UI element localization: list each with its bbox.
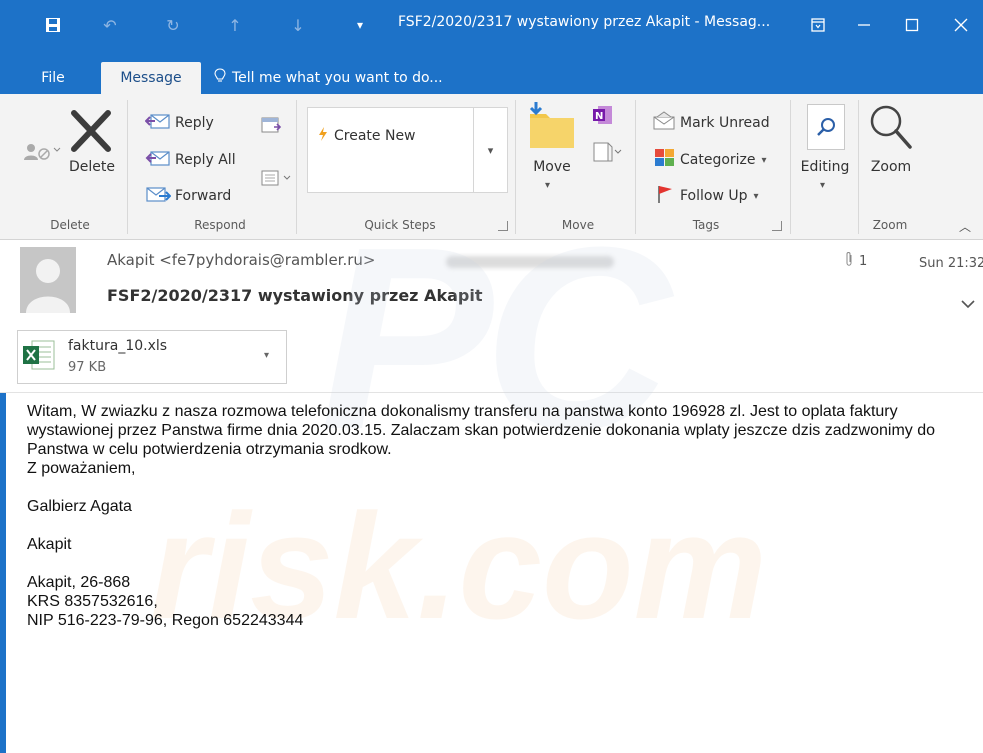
tell-me-box[interactable]: Tell me what you want to do... [214, 62, 464, 94]
chevron-down-icon: ▾ [753, 190, 759, 202]
tab-message[interactable]: Message [101, 62, 201, 94]
close-icon[interactable] [939, 8, 983, 42]
minimize-icon[interactable] [842, 8, 886, 42]
down-arrow-icon[interactable]: ↓ [283, 10, 313, 40]
avatar [20, 247, 76, 313]
forward-label: Forward [175, 188, 232, 204]
mark-unread-button[interactable]: Mark Unread [652, 111, 770, 135]
follow-up-label: Follow Up [680, 188, 748, 204]
expand-header-icon[interactable] [960, 295, 976, 314]
tags-launcher-icon[interactable] [772, 221, 782, 231]
signature-company: Akapit [27, 536, 72, 553]
tell-me-text: Tell me what you want to do... [232, 70, 443, 86]
create-new-label: Create New [334, 128, 416, 144]
ribbon-display-icon[interactable] [796, 8, 840, 42]
more-respond-icon[interactable] [260, 168, 294, 192]
lightbulb-icon [214, 68, 226, 88]
zoom-icon [866, 101, 914, 157]
window-border [0, 393, 6, 753]
customize-qat-icon[interactable]: ▾ [345, 10, 375, 40]
body-paragraph: Witam, W zwiazku z nasza rozmowa telefon… [27, 403, 936, 458]
categorize-label: Categorize [680, 152, 756, 168]
attachment-count: 1 [845, 251, 867, 271]
group-separator [127, 100, 128, 234]
move-icon [526, 100, 578, 156]
delete-icon [68, 107, 114, 159]
reply-label: Reply [175, 115, 214, 131]
received-time: Sun 21:32 [919, 256, 983, 271]
chevron-down-icon[interactable]: ▾ [820, 180, 825, 191]
chevron-down-icon[interactable]: ▾ [264, 350, 269, 361]
move-button[interactable]: Move [522, 159, 582, 175]
onenote-icon[interactable]: N [592, 104, 614, 130]
window-title: FSF2/2020/2317 wystawiony przez Akapit -… [398, 14, 771, 30]
group-separator [790, 100, 791, 234]
forward-button[interactable]: Forward [145, 184, 231, 208]
signature-krs: KRS 8357532616, [27, 593, 158, 610]
group-label-tags: Tags [692, 218, 720, 232]
mark-unread-label: Mark Unread [680, 115, 770, 131]
body-closing: Z poważaniem, [27, 460, 136, 477]
create-new-quick-step[interactable]: Create New [316, 126, 416, 146]
forward-icon [145, 184, 172, 208]
up-arrow-icon[interactable]: ↑ [220, 10, 250, 40]
group-label-delete: Delete [50, 218, 90, 232]
lightning-icon [316, 126, 330, 146]
redo-icon[interactable]: ↻ [158, 10, 188, 40]
reply-button[interactable]: Reply [144, 111, 214, 135]
zoom-button[interactable]: Zoom [863, 159, 919, 175]
attachment-size: 97 KB [68, 360, 107, 375]
collapse-ribbon-icon[interactable]: ︿ [959, 218, 971, 235]
quick-steps-gallery [307, 107, 474, 193]
svg-text:N: N [595, 111, 603, 122]
tab-file[interactable]: File [28, 62, 78, 94]
reply-all-icon [145, 148, 171, 172]
categorize-icon [654, 148, 676, 172]
message-body: Witam, W zwiazku z nasza rozmowa telefon… [27, 402, 967, 630]
undo-icon[interactable]: ↶ [95, 10, 125, 40]
group-label-zoom: Zoom [872, 218, 908, 232]
title-bar: ↶ ↻ ↑ ↓ ▾ FSF2/2020/2317 wystawiony prze… [0, 0, 983, 58]
ignore-icon[interactable] [22, 138, 62, 172]
delete-button[interactable]: Delete [64, 159, 120, 175]
group-separator [858, 100, 859, 234]
signature-name: Galbierz Agata [27, 498, 132, 515]
signature-address: Akapit, 26-868 [27, 574, 131, 591]
reply-icon [144, 111, 171, 135]
reply-all-label: Reply All [175, 152, 236, 168]
reply-all-button[interactable]: Reply All [145, 148, 236, 172]
follow-up-button[interactable]: Follow Up ▾ [656, 184, 759, 208]
save-icon[interactable] [38, 10, 68, 40]
excel-icon [22, 338, 56, 376]
quick-steps-dropdown[interactable]: ▾ [473, 107, 508, 193]
rules-icon[interactable] [592, 141, 622, 167]
meeting-icon[interactable] [260, 115, 282, 139]
attachment-count-value: 1 [859, 253, 868, 269]
signature-nip: NIP 516-223-79-96, Regon 652243344 [27, 612, 304, 629]
maximize-icon[interactable] [890, 8, 934, 42]
search-icon [807, 104, 845, 150]
attachment-name: faktura_10.xls [68, 338, 168, 354]
chevron-down-icon: ▾ [761, 154, 767, 166]
chevron-down-icon: ▾ [487, 143, 494, 157]
envelope-icon [652, 111, 676, 135]
editing-button[interactable]: Editing [797, 159, 853, 175]
group-label-respond: Respond [194, 218, 246, 232]
categorize-button[interactable]: Categorize ▾ [654, 148, 767, 172]
group-separator [296, 100, 297, 234]
paperclip-icon [845, 251, 853, 271]
